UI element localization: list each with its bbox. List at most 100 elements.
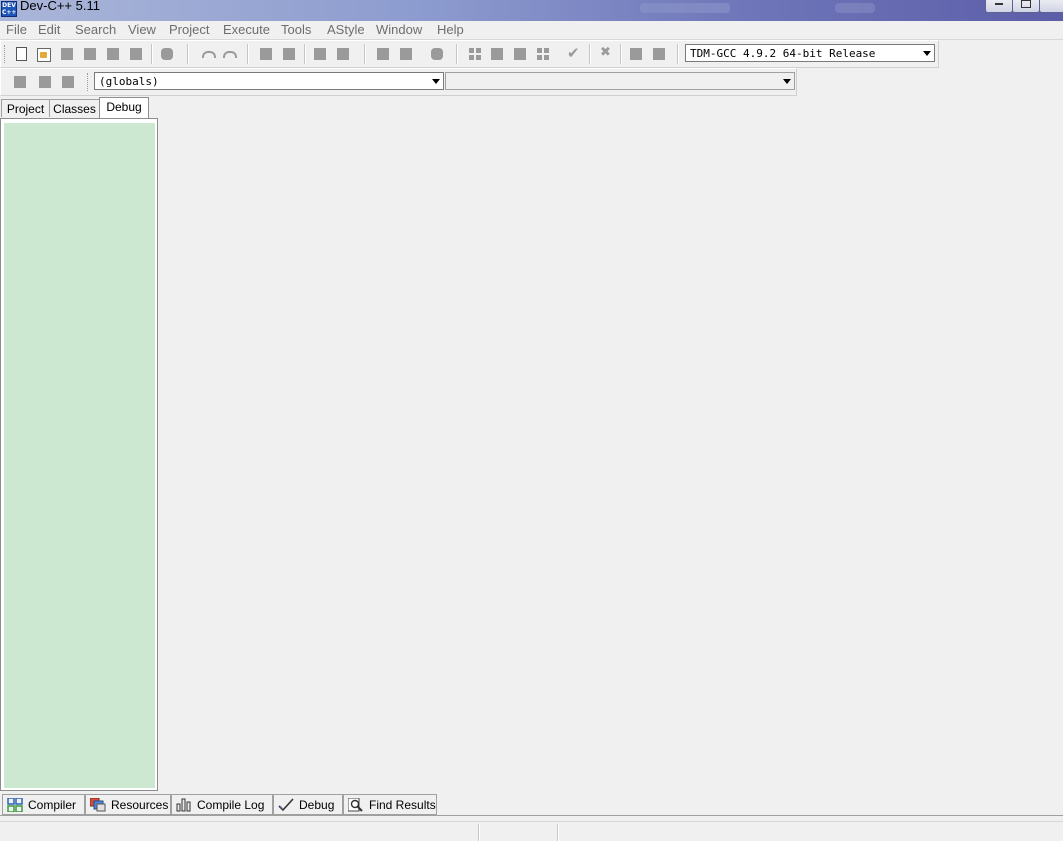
tab-compile-log[interactable]: Compile Log	[171, 794, 273, 815]
undo-button[interactable]	[197, 45, 216, 63]
menu-edit[interactable]: Edit	[38, 22, 60, 37]
print-button[interactable]	[158, 45, 176, 63]
save-button[interactable]	[58, 45, 76, 63]
close-file-icon	[107, 48, 119, 60]
tab-resources-label: Resources	[111, 798, 169, 812]
find-button[interactable]	[257, 45, 275, 63]
add-to-project-button[interactable]	[397, 45, 415, 63]
insert-icon	[14, 76, 26, 88]
menu-window[interactable]: Window	[376, 22, 422, 37]
tab-resources[interactable]: Resources	[85, 794, 171, 815]
open-file-button[interactable]	[34, 45, 52, 63]
goto-bookmark-button[interactable]	[59, 73, 77, 91]
member-select[interactable]	[445, 72, 795, 90]
menu-tools[interactable]: Tools	[281, 22, 311, 37]
run-button[interactable]	[488, 45, 506, 63]
compiler-select[interactable]: TDM-GCC 4.9.2 64-bit Release	[685, 44, 935, 62]
blurred-title-region	[640, 3, 730, 13]
window-title: Dev-C++ 5.11	[20, 0, 100, 13]
menu-search[interactable]: Search	[75, 22, 116, 37]
replace-button[interactable]	[280, 45, 298, 63]
resources-icon	[90, 798, 106, 812]
compile-log-chart-icon	[176, 798, 191, 812]
abort-compilation-button[interactable]	[597, 45, 615, 63]
toolbar-grip[interactable]	[87, 73, 90, 91]
goto-bookmark-icon	[62, 76, 74, 88]
compile-button[interactable]	[466, 45, 484, 63]
toolbar-separator	[304, 44, 306, 64]
project-options-icon	[431, 48, 443, 60]
status-separator	[478, 824, 480, 841]
new-project-icon	[377, 48, 389, 60]
bookmark-icon	[39, 76, 51, 88]
debug-watch-list[interactable]	[4, 123, 155, 788]
check-icon	[567, 44, 580, 62]
blurred-title-region-2	[835, 3, 875, 13]
tab-project[interactable]: Project	[1, 99, 50, 117]
tab-classes[interactable]: Classes	[49, 99, 100, 117]
add-to-project-icon	[400, 48, 412, 60]
menu-view[interactable]: View	[128, 22, 156, 37]
insert-button[interactable]	[11, 73, 29, 91]
toolbar-separator	[247, 44, 249, 64]
maximize-button[interactable]	[1012, 0, 1040, 13]
save-all-icon	[84, 48, 96, 60]
status-bar	[0, 821, 1063, 841]
toggle-bookmark-button[interactable]	[36, 73, 54, 91]
menu-execute[interactable]: Execute	[223, 22, 270, 37]
new-project-button[interactable]	[374, 45, 392, 63]
toolbar-grip[interactable]	[4, 45, 7, 63]
debug-check-icon	[278, 798, 294, 812]
syntax-check-button[interactable]	[565, 44, 583, 63]
tab-find-results[interactable]: Find Results	[343, 794, 437, 815]
debug-panel	[0, 118, 158, 791]
new-file-button[interactable]	[12, 45, 30, 63]
menu-project[interactable]: Project	[169, 22, 209, 37]
toolbar-separator	[620, 44, 622, 64]
compile-run-button[interactable]	[511, 45, 529, 63]
class-browser-toolbar: (globals)	[0, 68, 797, 96]
delete-profile-button[interactable]	[650, 45, 668, 63]
goto-line-icon	[314, 48, 326, 60]
chevron-down-icon	[923, 51, 931, 56]
print-icon	[161, 48, 173, 60]
compiler-select-value: TDM-GCC 4.9.2 64-bit Release	[690, 47, 876, 60]
rebuild-grid-icon	[537, 48, 549, 60]
tab-debug[interactable]: Debug	[99, 97, 149, 118]
bottom-panel-tabs: Compiler Resources Compile Log Debug Fin…	[0, 793, 1063, 815]
compiler-grid-icon	[7, 798, 23, 812]
save-all-button[interactable]	[81, 45, 99, 63]
compile-run-icon	[514, 48, 526, 60]
app-icon[interactable]: DEV C++	[1, 1, 17, 17]
bottom-panel-border	[0, 815, 1063, 816]
close-all-button[interactable]	[127, 45, 145, 63]
close-button[interactable]	[1039, 0, 1063, 13]
save-icon	[61, 48, 73, 60]
tab-compile-log-label: Compile Log	[197, 798, 265, 812]
tab-find-results-label: Find Results	[369, 798, 436, 812]
tab-compiler[interactable]: Compiler	[2, 794, 85, 815]
delete-profile-icon	[653, 48, 665, 60]
menu-astyle[interactable]: AStyle	[327, 22, 365, 37]
toolbar-separator	[151, 44, 153, 64]
rebuild-all-button[interactable]	[534, 45, 552, 63]
open-file-icon	[37, 48, 51, 62]
abort-cross-icon	[600, 45, 612, 60]
minimize-button[interactable]	[985, 0, 1013, 13]
close-file-button[interactable]	[104, 45, 122, 63]
title-bar: DEV C++ Dev-C++ 5.11	[0, 0, 1063, 22]
redo-button[interactable]	[220, 45, 238, 63]
toolbar-separator	[456, 44, 458, 64]
project-options-button[interactable]	[428, 45, 446, 63]
menu-file[interactable]: File	[6, 22, 27, 37]
menu-help[interactable]: Help	[437, 22, 464, 37]
redo-icon	[223, 49, 237, 59]
tab-compiler-label: Compiler	[28, 798, 77, 812]
scope-select[interactable]: (globals)	[94, 72, 444, 90]
toolbar-separator	[187, 44, 189, 64]
goto-next-button[interactable]	[334, 45, 352, 63]
profile-button[interactable]	[627, 45, 645, 63]
editor-area[interactable]	[160, 95, 1063, 791]
tab-debug-output[interactable]: Debug	[273, 794, 343, 815]
goto-line-button[interactable]	[311, 45, 329, 63]
